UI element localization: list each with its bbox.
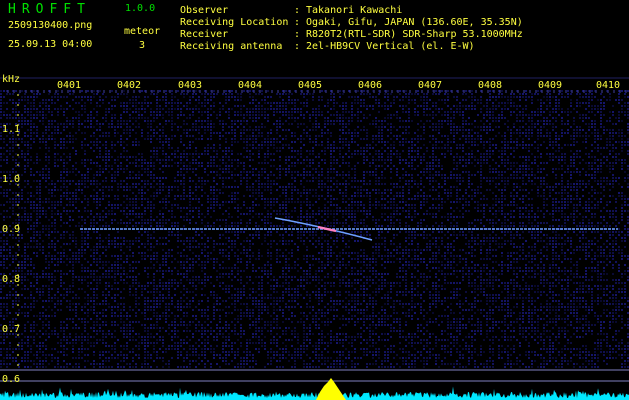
y-axis-unit: kHz <box>2 74 21 85</box>
info-label-observer: Observer <box>180 5 229 16</box>
y-tick-label: 1.1 <box>2 124 21 135</box>
x-tick-label: 0403 <box>178 80 203 91</box>
info-colon: : <box>294 29 301 40</box>
y-tick-label: 1.0 <box>2 174 21 185</box>
info-colon: : <box>294 41 301 52</box>
y-tick-label: 0.7 <box>2 324 21 335</box>
y-tick-label: 0.6 <box>2 374 21 385</box>
x-tick-label: 0409 <box>538 80 563 91</box>
info-label-receiver: Receiver <box>180 29 229 40</box>
filename: 2509130400.png <box>8 20 93 31</box>
app-version: 1.0.0 <box>125 3 156 14</box>
info-label-antenna: Receiving antenna <box>180 41 283 52</box>
x-tick-label: 0410 <box>596 80 621 91</box>
info-colon: : <box>294 5 301 16</box>
info-value-receiver: R820T2(RTL-SDR) SDR-Sharp 53.1000MHz <box>306 29 523 40</box>
x-tick-label: 0402 <box>117 80 142 91</box>
x-tick-label: 0408 <box>478 80 503 91</box>
meteor-count: 3 <box>139 40 146 51</box>
x-tick-label: 0406 <box>358 80 383 91</box>
x-tick-label: 0405 <box>298 80 323 91</box>
x-tick-label: 0404 <box>238 80 263 91</box>
info-value-antenna: 2el-HB9CV Vertical (el. E-W) <box>306 41 475 52</box>
info-colon: : <box>294 17 301 28</box>
spectrogram-plot <box>0 77 629 400</box>
info-value-observer: Takanori Kawachi <box>306 5 403 16</box>
x-tick-label: 0407 <box>418 80 443 91</box>
spectrum-trace <box>0 386 629 400</box>
y-tick-label: 0.9 <box>2 224 21 235</box>
info-label-location: Receiving Location <box>180 17 289 28</box>
info-value-location: Ogaki, Gifu, JAPAN (136.60E, 35.35N) <box>306 17 523 28</box>
app-title: HROFFT <box>8 2 91 17</box>
meteor-label: meteor <box>124 26 161 37</box>
x-tick-label: 0401 <box>57 80 82 91</box>
datetime: 25.09.13 04:00 <box>8 39 93 50</box>
y-tick-label: 0.8 <box>2 274 21 285</box>
